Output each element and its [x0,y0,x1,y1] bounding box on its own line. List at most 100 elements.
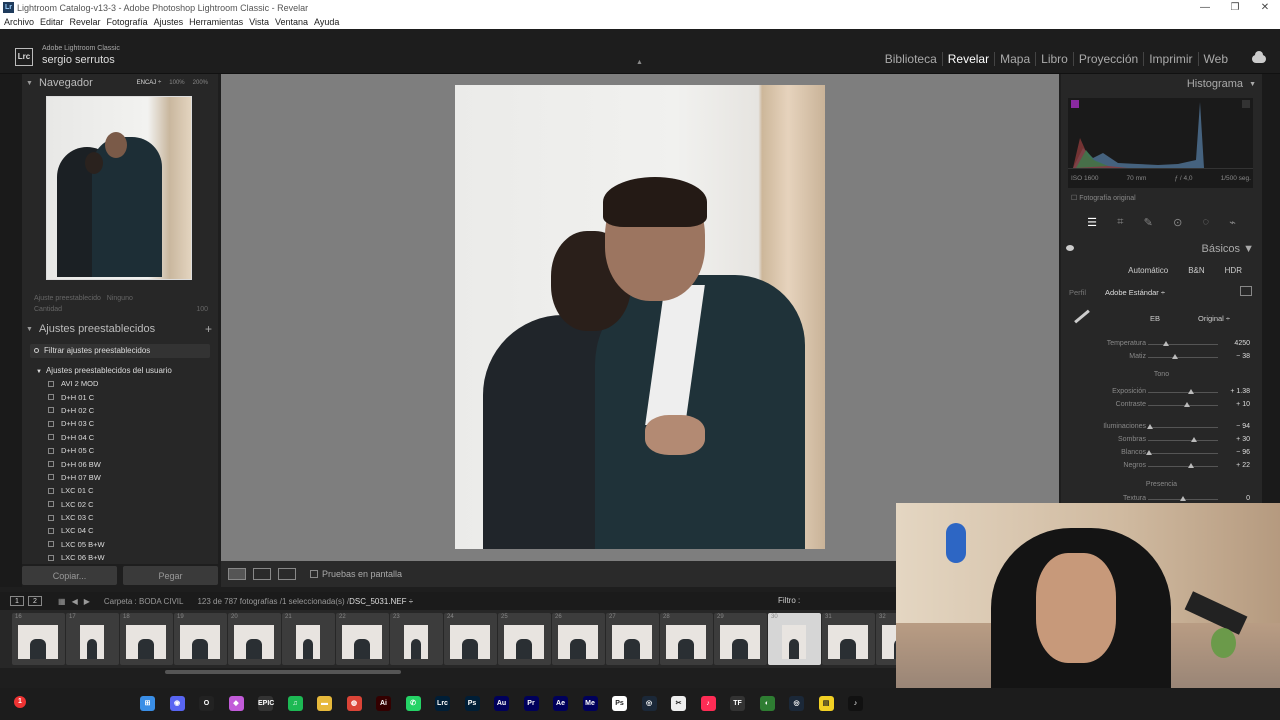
left-panel-edge[interactable] [0,74,22,587]
menu-revelar[interactable]: Revelar [70,17,101,27]
slider-track[interactable] [1146,450,1218,455]
scroll-thumb[interactable] [165,670,401,674]
histogram-header[interactable]: Histograma ▼ [1061,74,1262,94]
lightroom-icon[interactable]: Lrc [435,696,450,711]
eye-icon[interactable] [1066,245,1074,251]
zoom-fit[interactable]: ENCAJ ÷ [137,80,162,86]
close-button[interactable]: ✕ [1250,0,1280,15]
filmstrip-thumb[interactable]: 32 [876,613,896,665]
slider-knob[interactable] [1171,354,1178,359]
windows-icon[interactable]: ⊞ [140,696,155,711]
filmstrip-thumb[interactable]: 29 [714,613,767,665]
hdr-button[interactable]: HDR [1225,266,1242,275]
module-web[interactable]: Web [1197,52,1233,66]
eyedropper-icon[interactable] [1074,309,1090,324]
slider-sombras[interactable]: Sombras + 30 [1061,435,1262,447]
ps-express-icon[interactable]: Ps [612,696,627,711]
filmstrip-thumb[interactable]: 16 [12,613,65,665]
filmstrip-thumb[interactable]: 20 [228,613,281,665]
slider-track[interactable] [1147,424,1218,429]
slider-knob[interactable] [1190,437,1197,442]
folder-path[interactable]: Carpeta : BODA CIVIL [104,597,184,606]
filmstrip-thumb[interactable]: 28 [660,613,713,665]
filmstrip-thumb[interactable]: 24 [444,613,497,665]
maximize-button[interactable]: ❐ [1220,0,1250,15]
basic-header[interactable]: Básicos ▼ [1061,239,1262,259]
menu-fotografia[interactable]: Fotografía [107,17,148,27]
slider-track[interactable] [1148,389,1218,394]
discord-icon[interactable]: ◉ [169,696,185,711]
illustrator-icon[interactable]: Ai [376,696,391,711]
slider-knob[interactable] [1147,424,1154,429]
heal-icon[interactable]: ✎ [1144,216,1153,229]
menu-ventana[interactable]: Ventana [275,17,308,27]
module-proyeccion[interactable]: Proyección [1072,52,1143,66]
slider-contraste[interactable]: Contraste + 10 [1061,400,1262,412]
slider-knob[interactable] [1146,450,1153,455]
add-preset-icon[interactable]: + [205,322,212,336]
filmstrip-thumb[interactable]: 21 [282,613,335,665]
slider-value[interactable]: − 96 [1236,449,1250,456]
filmstrip-thumb[interactable]: 22 [336,613,389,665]
menu-archivo[interactable]: Archivo [4,17,34,27]
monitor-1-button[interactable]: 1 [10,596,24,606]
filmstrip-thumb[interactable]: 18 [120,613,173,665]
zoom-100[interactable]: 100% [169,80,184,86]
photo-canvas[interactable] [221,74,1059,561]
forward-arrow-icon[interactable]: ▶ [84,597,90,606]
original-photo-checkbox[interactable]: ☐ Fotografía original [1071,194,1136,202]
module-imprimir[interactable]: Imprimir [1143,52,1197,66]
auto-button[interactable]: Automático [1128,266,1168,275]
preset-item[interactable]: D+H 01 C [48,390,213,403]
capcut-icon[interactable]: ✂ [671,696,686,711]
user-presets-group[interactable]: ▼ Ajustes preestablecidos del usuario [36,366,172,375]
soft-proof-checkbox[interactable] [310,570,318,578]
notification-icon[interactable]: 1 [14,696,26,708]
photoshop-icon[interactable]: Ps [464,696,480,711]
filmstrip-thumb[interactable]: 30 [768,613,821,665]
audition-icon[interactable]: Au [494,696,509,711]
preset-item[interactable]: D+H 03 C [48,417,213,430]
mediaencoder-icon[interactable]: Me [582,696,598,711]
tiktok2-icon[interactable]: ♪ [848,696,863,711]
compare-icon[interactable] [278,568,296,580]
slider-knob[interactable] [1183,402,1190,407]
tiktok-icon[interactable]: ♪ [700,696,716,711]
before-after-icon[interactable] [253,568,271,580]
slider-track[interactable] [1148,496,1218,501]
slider-negros[interactable]: Negros + 22 [1061,461,1262,473]
preset-item[interactable]: D+H 06 BW [48,457,213,470]
presets-header[interactable]: ▼ Ajustes preestablecidos + [22,320,218,338]
menu-ayuda[interactable]: Ayuda [314,17,339,27]
collapse-top-icon[interactable]: ▲ [636,59,643,66]
preset-item[interactable]: LXC 05 B+W [48,538,213,551]
slider-temperatura[interactable]: Temperatura 4250 [1061,339,1262,351]
preset-item[interactable]: D+H 02 C [48,404,213,417]
slider-matiz[interactable]: Matiz − 38 [1061,352,1262,364]
folder-icon[interactable]: ▬ [317,696,332,711]
steam2-icon[interactable]: ◎ [789,696,804,711]
menu-ajustes[interactable]: Ajustes [154,17,184,27]
filmstrip-thumb[interactable]: 23 [390,613,443,665]
module-libro[interactable]: Libro [1035,52,1073,66]
slider-blancos[interactable]: Blancos − 96 [1061,448,1262,460]
slider-track[interactable] [1148,437,1218,442]
menu-vista[interactable]: Vista [249,17,269,27]
zoom-200[interactable]: 200% [193,80,208,86]
slider-track[interactable] [1148,463,1218,468]
edit-sliders-icon[interactable]: ☰ [1087,216,1097,229]
slider-value[interactable]: − 38 [1236,353,1250,360]
module-revelar[interactable]: Revelar [941,52,994,66]
preset-item[interactable]: LXC 04 C [48,524,213,537]
filmstrip-thumb[interactable]: 27 [606,613,659,665]
main-photo[interactable] [455,85,825,549]
slider-value[interactable]: 4250 [1234,340,1250,347]
back-arrow-icon[interactable]: ◀ [72,597,78,606]
preset-item[interactable]: LXC 06 B+W [48,551,213,564]
module-biblioteca[interactable]: Biblioteca [880,52,942,66]
preset-item[interactable]: LXC 01 C [48,484,213,497]
steam-icon[interactable]: ◎ [641,696,657,711]
slider-track[interactable] [1148,354,1218,359]
preset-item[interactable]: D+H 07 BW [48,471,213,484]
whatsapp-icon[interactable]: ✆ [405,696,421,711]
